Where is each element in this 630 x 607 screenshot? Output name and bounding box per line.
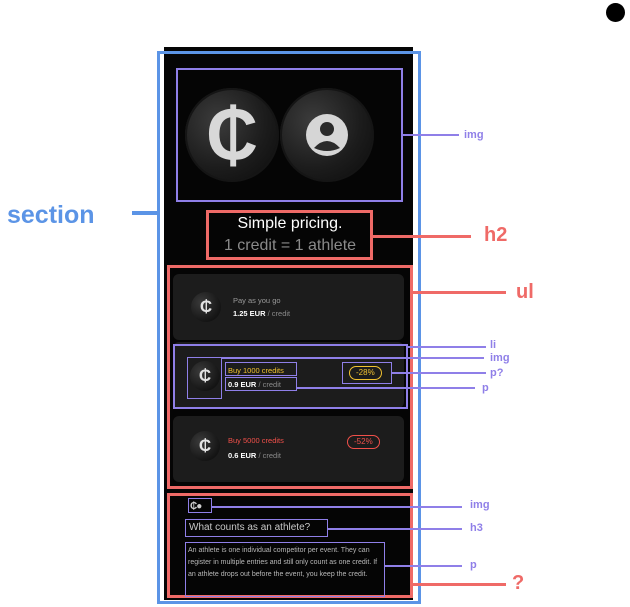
- section-annotation-line: [132, 211, 159, 215]
- li-img-annotation-label: img: [490, 352, 510, 364]
- li-price-annotation-box: [225, 377, 297, 391]
- img-annotation-line: [403, 134, 459, 136]
- faq-p-annotation-label: p: [470, 559, 477, 571]
- ul-annotation-label: ul: [516, 281, 534, 303]
- black-dot: [606, 3, 625, 22]
- p-question-annotation-line: [392, 372, 486, 374]
- h3-annotation-label: h3: [470, 522, 483, 534]
- li-title-annotation-box: [225, 362, 297, 376]
- faq-annotation-label: ?: [512, 572, 525, 594]
- li-img-annotation-box: [187, 357, 222, 399]
- li-annotation-line: [408, 346, 486, 348]
- h2-annotation-box: [206, 210, 373, 260]
- faq-img-annotation-label: img: [470, 499, 490, 511]
- faq-p-annotation-line: [385, 565, 462, 567]
- img-annotation-box: [176, 68, 403, 202]
- img-annotation-label: img: [464, 129, 484, 141]
- p-annotation-line: [297, 387, 475, 389]
- h2-annotation-label: h2: [484, 224, 508, 246]
- section-annotation-label: section: [7, 201, 95, 229]
- h3-annotation-line: [328, 528, 462, 530]
- p-annotation-label: p: [482, 382, 489, 394]
- h3-annotation-box: [185, 519, 328, 537]
- h2-annotation-line: [373, 235, 471, 238]
- ul-annotation-line: [413, 291, 506, 294]
- p-question-annotation-label: p?: [490, 367, 504, 379]
- li-img-annotation-line: [222, 357, 484, 359]
- faq-annotation-line: [413, 583, 506, 586]
- faq-p-annotation-box: [185, 542, 385, 597]
- faq-img-annotation-box: [188, 498, 212, 513]
- li-annotation-label: li: [490, 339, 497, 351]
- faq-img-annotation-line: [212, 506, 462, 508]
- badge-annotation-box: [342, 362, 392, 384]
